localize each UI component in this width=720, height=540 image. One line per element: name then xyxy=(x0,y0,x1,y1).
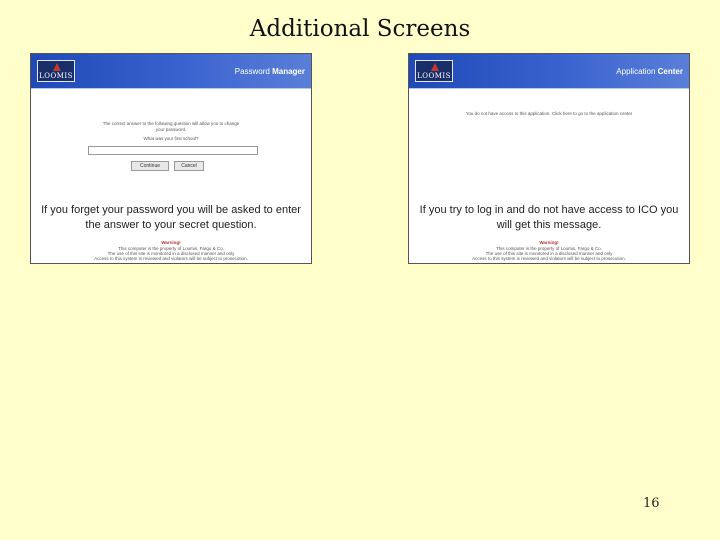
loomis-logo: LOOMIS xyxy=(37,60,75,82)
app-title-bold: Center xyxy=(657,67,683,76)
app-title: Application Center xyxy=(616,67,683,76)
app-title-light: Application xyxy=(616,67,656,76)
security-question: What was your first school? xyxy=(143,136,199,141)
instruction-line-2: your password. xyxy=(155,127,187,132)
slide-title: Additional Screens xyxy=(249,16,471,42)
footer-line-3: Access to this system is reviewed and vi… xyxy=(472,256,626,261)
app-title: Password Manager xyxy=(235,67,305,76)
app-header: LOOMIS Application Center xyxy=(409,54,689,89)
logo-triangle-icon xyxy=(431,63,439,71)
warning-title: Warning! xyxy=(539,240,559,245)
caption: If you try to log in and do not have acc… xyxy=(411,203,687,233)
logo-text: LOOMIS xyxy=(417,72,451,80)
page-number: 16 xyxy=(643,496,660,511)
app-header: LOOMIS Password Manager xyxy=(31,54,311,89)
password-manager-screenshot: LOOMIS Password Manager The correct answ… xyxy=(30,53,312,264)
app-title-light: Password xyxy=(234,67,270,76)
app-title-bold: Manager xyxy=(272,67,305,76)
logo-triangle-icon xyxy=(53,63,61,71)
cancel-button[interactable]: Cancel xyxy=(174,161,204,171)
loomis-logo: LOOMIS xyxy=(415,60,453,82)
application-center-screenshot: LOOMIS Application Center You do not hav… xyxy=(408,53,690,264)
answer-input[interactable] xyxy=(88,146,258,155)
footer-line-3: Access to this system is reviewed and vi… xyxy=(94,256,248,261)
no-access-message[interactable]: You do not have access to this applicati… xyxy=(409,111,689,117)
continue-button[interactable]: Continue xyxy=(131,161,169,171)
caption: If you forget your password you will be … xyxy=(33,203,309,233)
logo-text: LOOMIS xyxy=(39,72,73,80)
warning-title: Warning! xyxy=(161,240,181,245)
